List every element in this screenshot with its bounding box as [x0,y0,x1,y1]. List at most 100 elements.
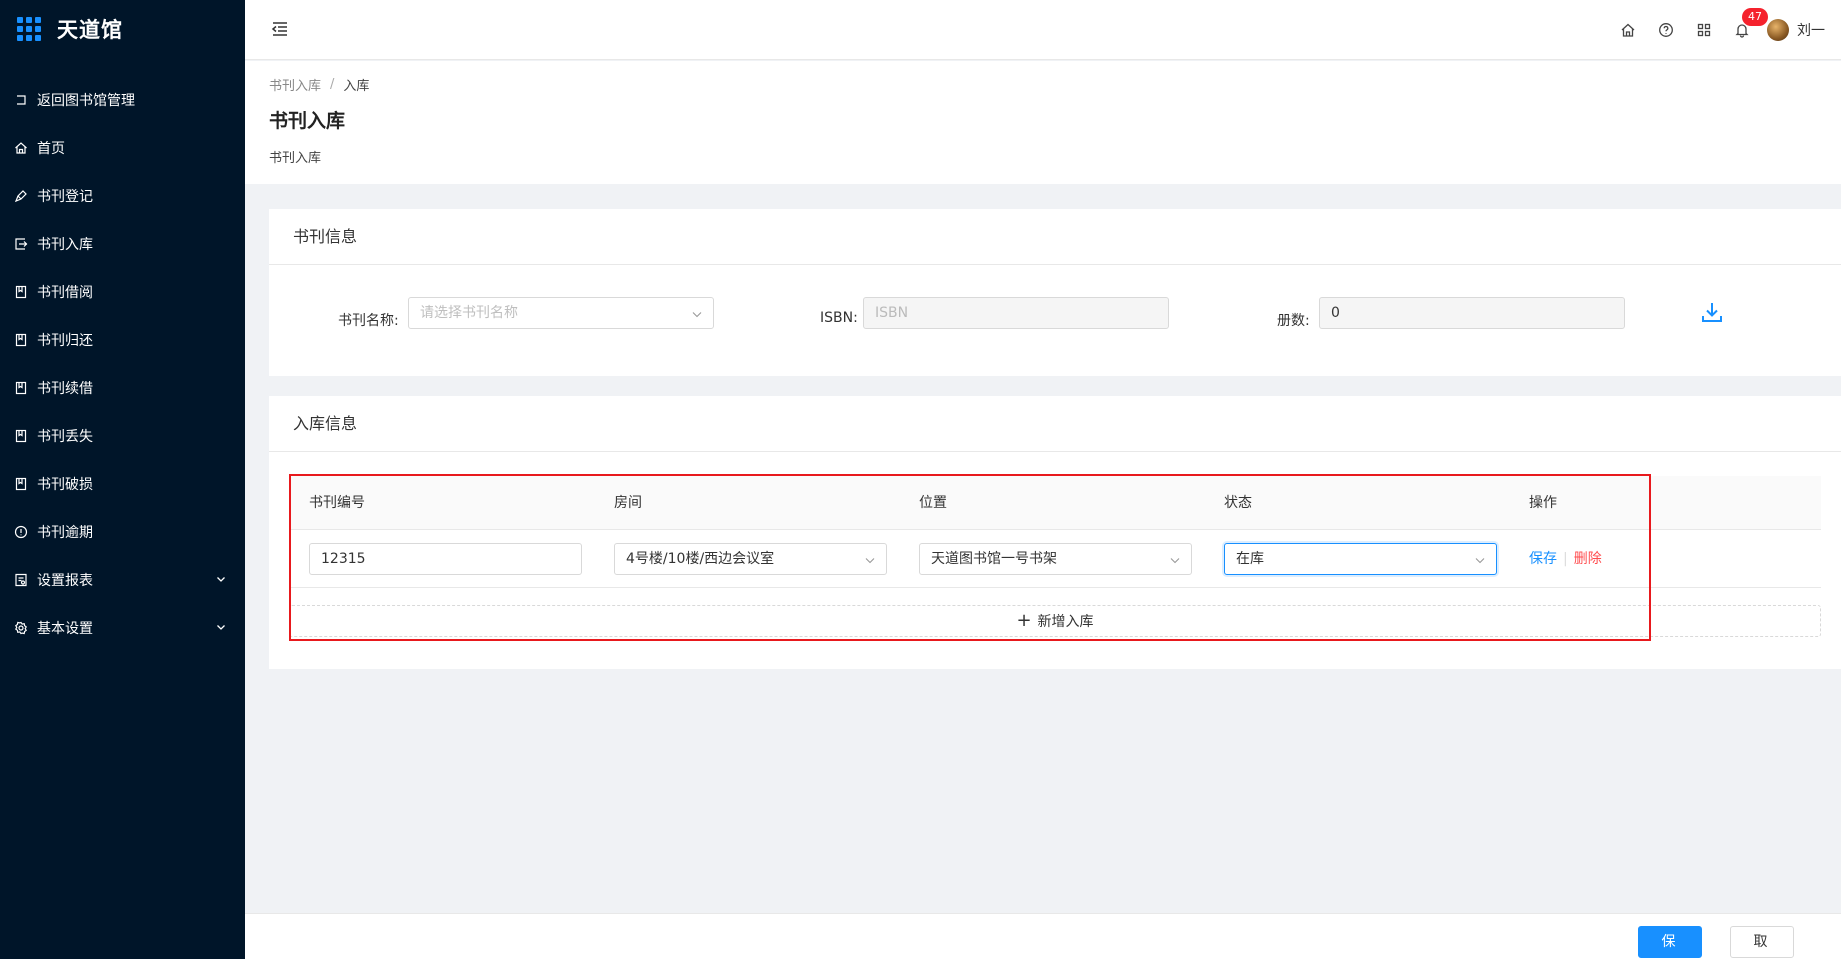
help-button[interactable] [1647,0,1685,60]
save-button[interactable]: 保存 [1638,926,1702,958]
page-subtitle: 书刊入库 [269,151,322,166]
sidebar-item-label: 书刊丢失 [37,429,93,445]
sidebar: 天道馆 返回图书馆管理 首页 书刊登记 书刊入库 书刊借阅 书刊归还 书刊续借 … [0,0,245,959]
sidebar-item-label: 书刊归还 [37,333,93,349]
sidebar-item-label: 书刊借阅 [37,285,93,301]
sidebar-item-label: 书刊逾期 [37,525,93,541]
book-icon [14,333,28,347]
breadcrumb-separator: / [330,77,335,92]
sidebar-item-label: 书刊登记 [37,189,93,205]
chevron-down-icon [865,558,875,564]
status-select[interactable]: 在库 [1224,543,1497,575]
add-stock-label: 新增入库 [1037,614,1094,630]
row-actions: 保存 | 删除 [1529,530,1602,588]
action-divider: | [1563,551,1568,567]
sidebar-item-label: 书刊入库 [37,237,93,253]
sidebar-item-lost[interactable]: 书刊丢失 [0,412,245,460]
avatar [1767,19,1789,41]
home-icon [1621,23,1635,37]
sidebar-item-back[interactable]: 返回图书馆管理 [0,76,245,124]
book-name-select[interactable]: 请选择书刊名称 [408,297,714,329]
stock-table: 书刊编号 房间 位置 状态 操作 12315 4号楼/10楼/西边会议室 天道图… [289,476,1821,637]
report-icon [14,573,28,587]
chevron-down-icon [1170,558,1180,564]
top-header: 47 刘一 [245,0,1841,60]
footer-bar: 保存 取消 [245,913,1841,959]
back-icon [14,93,28,107]
home-icon [14,141,28,155]
column-header-actions: 操作 [1529,495,1557,511]
book-code-input[interactable]: 12315 [309,543,582,575]
count-field[interactable]: 0 [1319,297,1625,329]
book-icon [14,285,28,299]
sidebar-item-renew[interactable]: 书刊续借 [0,364,245,412]
location-value: 天道图书馆一号书架 [931,551,1057,567]
column-header-room: 房间 [614,495,642,511]
add-stock-button[interactable]: + 新增入库 [289,605,1821,637]
status-value: 在库 [1236,551,1264,567]
app-grid-icon [1697,23,1711,37]
sidebar-item-return[interactable]: 书刊归还 [0,316,245,364]
breadcrumb-current: 入库 [343,79,370,94]
app-logo[interactable]: 天道馆 [0,0,245,58]
table-header: 书刊编号 房间 位置 状态 操作 [289,476,1821,530]
breadcrumb-parent-link[interactable]: 书刊入库 [269,75,321,94]
chevron-down-icon [217,625,225,630]
sidebar-item-label: 设置报表 [37,573,93,589]
sidebar-item-label: 返回图书馆管理 [37,93,135,109]
download-icon[interactable] [1699,299,1725,325]
count-value: 0 [1331,305,1340,321]
header-actions: 47 刘一 [1609,0,1841,60]
user-menu[interactable]: 刘一 [1761,0,1841,60]
book-info-title: 书刊信息 [269,209,1841,265]
apps-grid-icon [17,17,41,41]
stock-info-title: 入库信息 [269,396,1841,452]
column-header-location: 位置 [919,495,947,511]
user-name: 刘一 [1797,23,1825,39]
cancel-button[interactable]: 取消 [1730,926,1794,958]
apps-button[interactable] [1685,0,1723,60]
book-info-card: 书刊信息 书刊名称: 请选择书刊名称 ISBN: ISBN 册数: 0 [269,209,1841,376]
stock-info-card: 入库信息 书刊编号 房间 位置 状态 操作 12315 4号楼/10楼/西边会议… [269,396,1841,669]
book-icon [14,381,28,395]
sidebar-item-label: 首页 [37,141,65,157]
isbn-field[interactable]: ISBN [863,297,1169,329]
chevron-down-icon [692,312,702,318]
sidebar-item-home[interactable]: 首页 [0,124,245,172]
home-button[interactable] [1609,0,1647,60]
count-label: 册数: [1277,313,1310,329]
pen-icon [14,189,28,203]
notifications-button[interactable]: 47 [1723,0,1768,60]
sidebar-item-settings[interactable]: 基本设置 [0,604,245,652]
sidebar-menu: 返回图书馆管理 首页 书刊登记 书刊入库 书刊借阅 书刊归还 书刊续借 书刊丢失… [0,76,245,652]
sidebar-item-borrow[interactable]: 书刊借阅 [0,268,245,316]
breadcrumb: 书刊入库 / 入库 [269,75,1817,94]
row-save-link[interactable]: 保存 [1529,551,1557,567]
chevron-down-icon [217,577,225,582]
row-delete-link[interactable]: 删除 [1574,551,1602,567]
sidebar-item-damaged[interactable]: 书刊破损 [0,460,245,508]
chevron-down-icon [1475,558,1485,564]
room-value: 4号楼/10楼/西边会议室 [626,551,775,567]
column-header-code: 书刊编号 [309,495,365,511]
isbn-label: ISBN: [820,310,858,326]
sidebar-item-reports[interactable]: 设置报表 [0,556,245,604]
sidebar-item-register[interactable]: 书刊登记 [0,172,245,220]
gear-icon [14,621,28,635]
sidebar-item-stock-in[interactable]: 书刊入库 [0,220,245,268]
notification-badge: 47 [1742,8,1768,26]
import-icon [14,237,28,251]
sidebar-item-overdue[interactable]: 书刊逾期 [0,508,245,556]
book-name-label: 书刊名称: [338,313,399,329]
app-name: 天道馆 [57,18,123,42]
menu-fold-icon[interactable] [269,18,291,40]
book-icon [14,429,28,443]
book-code-value: 12315 [321,551,366,567]
page-title: 书刊入库 [269,110,346,132]
plus-icon: + [1016,610,1032,631]
room-select[interactable]: 4号楼/10楼/西边会议室 [614,543,887,575]
book-name-placeholder: 请选择书刊名称 [420,305,518,321]
location-select[interactable]: 天道图书馆一号书架 [919,543,1192,575]
sidebar-item-label: 书刊续借 [37,381,93,397]
sidebar-item-label: 书刊破损 [37,477,93,493]
